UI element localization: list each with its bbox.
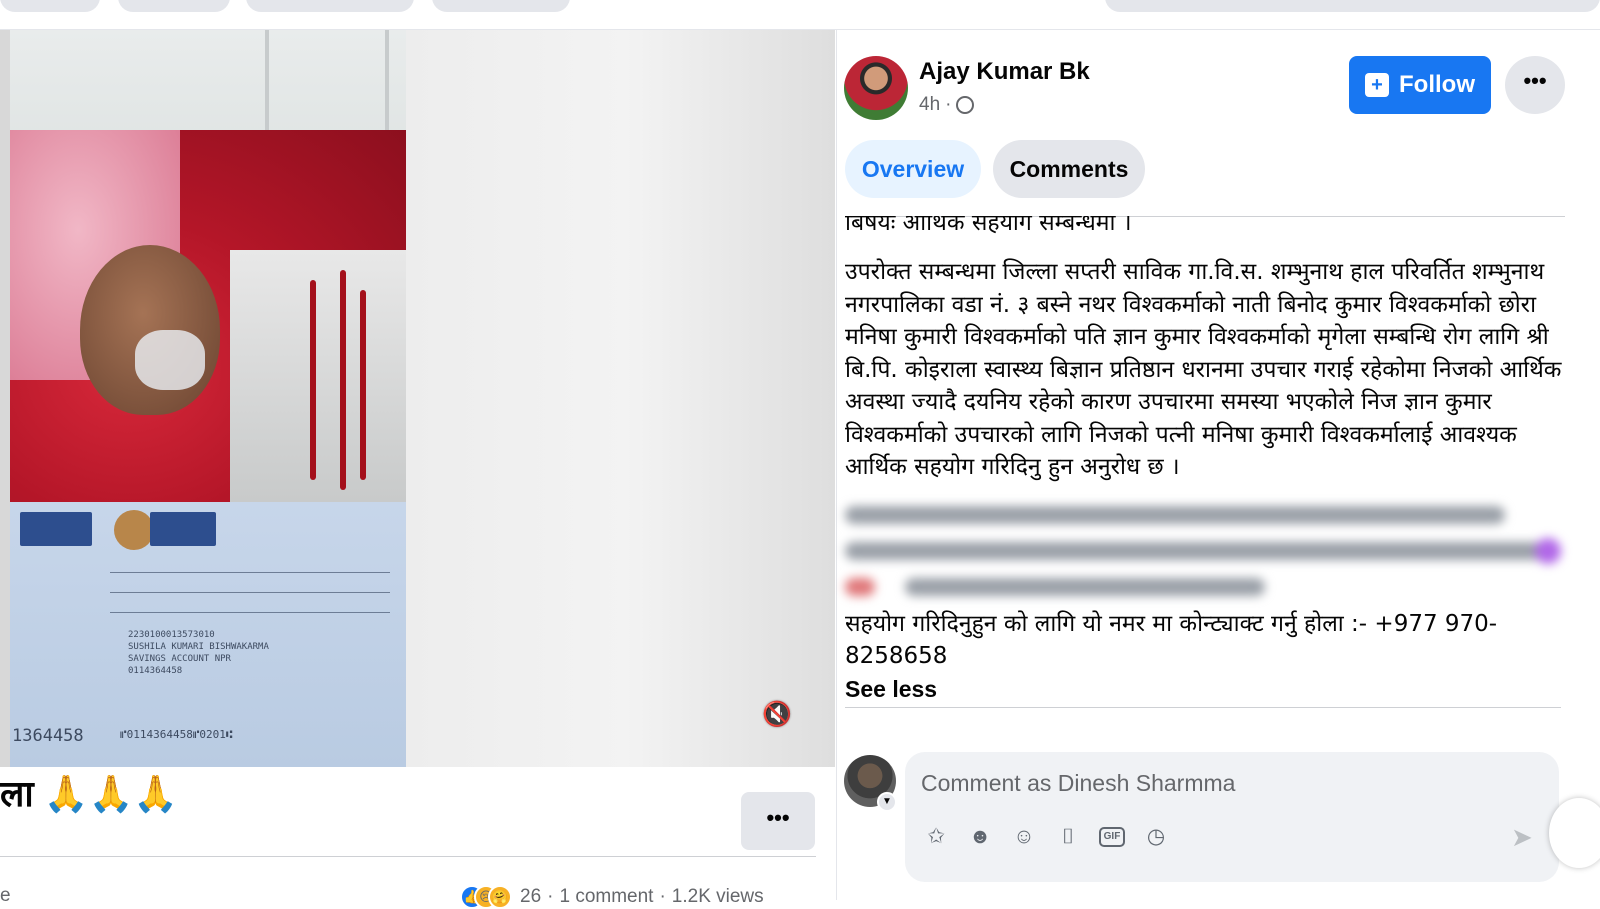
nav-pill[interactable] — [0, 0, 100, 12]
post-subject-text: बिषयः आर्थिक सहयोग सम्बन्धमा । — [845, 216, 1132, 236]
avatar-sticker-icon[interactable]: ✩ — [923, 824, 949, 850]
reaction-icons[interactable]: 👍 😢 🤗 — [460, 885, 512, 909]
sticker-icon[interactable]: ◷ — [1143, 824, 1169, 850]
bank-logo — [150, 512, 216, 546]
post-subject: बिषयः आर्थिक सहयोग सम्बन्धमा । — [845, 216, 1575, 242]
separator: · — [547, 886, 554, 907]
post-time[interactable]: 4h — [919, 94, 940, 116]
tab-comments[interactable]: Comments — [993, 140, 1145, 198]
patient-head — [80, 245, 220, 415]
chevron-down-icon[interactable]: ▼ — [877, 792, 897, 812]
divider — [845, 707, 1561, 708]
bank-seal — [114, 510, 154, 550]
oxygen-mask — [135, 330, 205, 390]
cheque-branch: 0114364458 — [128, 666, 183, 676]
emoji-icon[interactable]: ☺ — [1011, 824, 1037, 850]
add-friend-icon: + — [1365, 73, 1389, 97]
author-avatar[interactable] — [844, 56, 908, 120]
reaction-count[interactable]: 26 — [520, 886, 541, 908]
dialysis-machine — [230, 250, 406, 510]
care-icon: 🤗 — [488, 885, 512, 909]
more-options-button[interactable]: ••• — [741, 792, 815, 850]
ellipsis-icon: ••• — [766, 805, 790, 830]
follow-label: Follow — [1399, 71, 1475, 98]
ellipsis-icon: ••• — [1523, 68, 1547, 93]
blurred-text — [845, 494, 1575, 604]
cheque-name: SUSHILA KUMARI BISHWAKARMA — [128, 642, 269, 652]
top-nav-bar — [0, 0, 1600, 30]
avatar-icon[interactable]: ☻ — [967, 824, 993, 850]
post-meta: 4h · — [919, 94, 975, 116]
nav-pill[interactable] — [118, 0, 230, 12]
comment-tools: ✩ ☻ ☺ ⌷ GIF ◷ — [923, 824, 1169, 850]
cheque-line — [110, 592, 390, 593]
post-contact: सहयोग गरिदिनुहुन को लागि यो नमर मा कोन्ट… — [845, 610, 1498, 670]
follow-button[interactable]: + Follow — [1349, 56, 1491, 114]
cheque-account: 2230100013573010 — [128, 630, 215, 640]
nav-pill[interactable] — [246, 0, 414, 12]
muted-speaker-icon[interactable]: 🔇 — [762, 700, 792, 730]
send-icon[interactable]: ➤ — [1511, 822, 1533, 853]
post-body: उपरोक्त सम्बन्धमा जिल्ला सप्तरी साविक गा… — [845, 259, 1562, 480]
separator: · — [659, 886, 666, 907]
see-less-link[interactable]: See less — [845, 673, 1575, 706]
post-stats: e 👍 😢 🤗 26 · 1 comment · 1.2K views — [0, 885, 764, 909]
media-pane: 2230100013573010 SUSHILA KUMARI BISHWAKA… — [0, 30, 835, 909]
video-frame: 2230100013573010 SUSHILA KUMARI BISHWAKA… — [10, 30, 406, 767]
globe-icon — [956, 96, 975, 114]
separator: · — [945, 94, 952, 115]
tab-overview[interactable]: Overview — [845, 140, 981, 198]
comment-count[interactable]: 1 comment — [559, 886, 653, 908]
comment-input[interactable] — [921, 766, 1481, 800]
search-bar[interactable] — [1105, 0, 1600, 12]
camera-icon[interactable]: ⌷ — [1055, 824, 1081, 850]
divider — [0, 856, 816, 857]
cheque-type: SAVINGS ACCOUNT NPR — [128, 654, 231, 664]
cheque-line — [110, 572, 390, 573]
bank-cheque: 2230100013573010 SUSHILA KUMARI BISHWAKA… — [10, 502, 406, 767]
video-player[interactable]: 2230100013573010 SUSHILA KUMARI BISHWAKA… — [0, 30, 835, 767]
blood-tube — [340, 270, 346, 490]
blood-tube — [310, 280, 316, 480]
left-edge-text: e — [0, 885, 11, 906]
author-name[interactable]: Ajay Kumar Bk — [919, 58, 1090, 86]
comment-box: ✩ ☻ ☺ ⌷ GIF ◷ ➤ — [905, 752, 1559, 882]
post-text: बिषयः आर्थिक सहयोग सम्बन्धमा । उपरोक्त स… — [845, 216, 1575, 705]
more-options-button[interactable]: ••• — [1505, 56, 1565, 114]
floating-button[interactable] — [1549, 798, 1600, 868]
post-caption: ला 🙏🙏🙏 — [0, 773, 179, 814]
post-details-pane: Ajay Kumar Bk 4h · + Follow ••• Overview… — [836, 30, 1600, 900]
cheque-micr: ⑈0114364458⑈0201⑆ — [120, 728, 233, 741]
bank-logo — [20, 512, 92, 546]
cheque-number: 1364458 — [12, 726, 84, 746]
nav-pill[interactable] — [432, 0, 570, 12]
cheque-line — [110, 612, 390, 613]
view-count: 1.2K views — [671, 886, 764, 907]
gif-icon[interactable]: GIF — [1099, 827, 1125, 847]
blood-tube — [360, 290, 366, 480]
